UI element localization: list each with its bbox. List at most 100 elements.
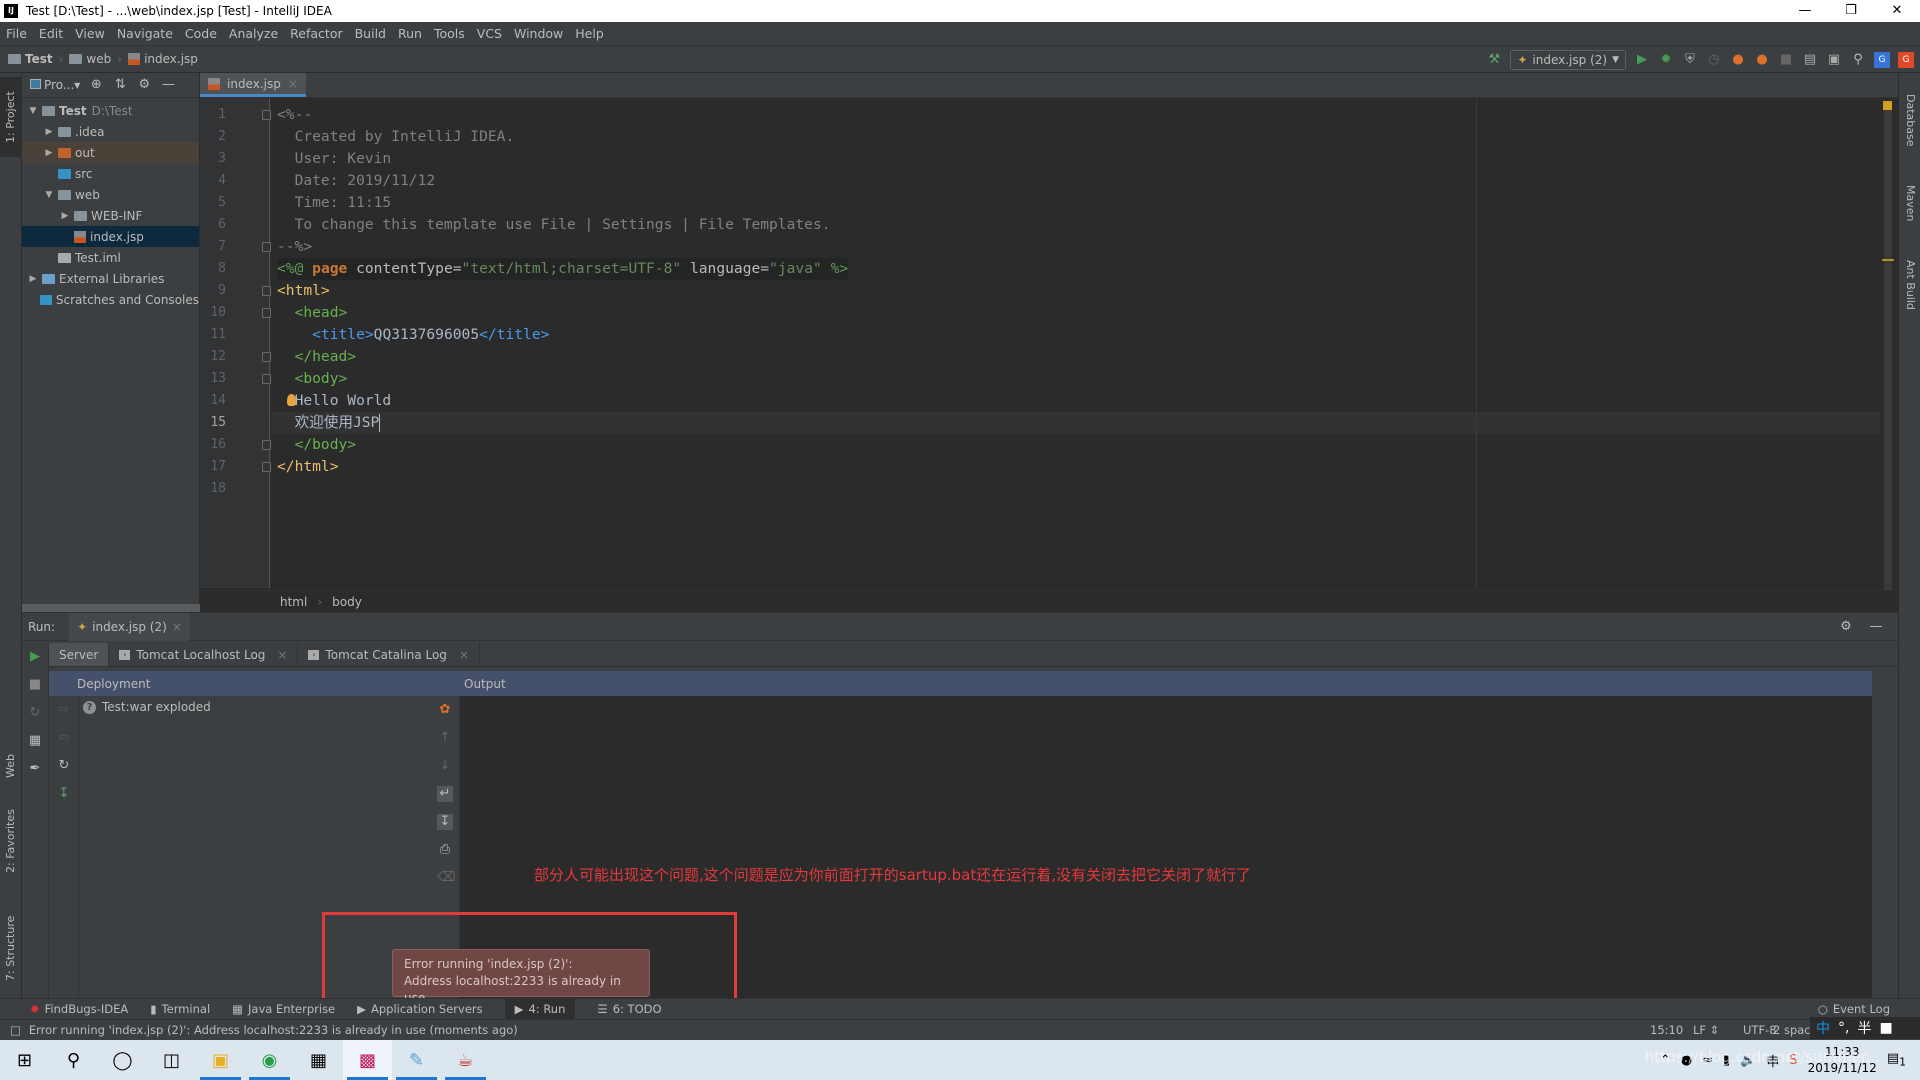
fold-marker-icon[interactable] [262,352,271,362]
menu-help[interactable]: Help [575,26,604,41]
breadcrumb-test[interactable]: Test › [8,52,63,66]
menu-edit[interactable]: Edit [39,26,63,41]
code-line[interactable]: <title>QQ3137696005</title> [277,324,549,346]
project-view-dropdown[interactable]: Pro...▾ [30,78,80,92]
expand-arrow-icon[interactable]: ▼ [26,106,40,116]
expand-arrow-icon[interactable]: ▼ [42,190,56,200]
tool-todo[interactable]: ☰ 6: TODO [597,1002,661,1016]
breadcrumb-index-jsp[interactable]: index.jsp [128,52,198,66]
restart-icon[interactable]: ↻ [27,705,43,721]
coverage-icon[interactable]: ⛨ [1682,52,1698,68]
tab-server[interactable]: Server [49,643,110,666]
code-line[interactable]: Time: 11:15 [277,192,392,214]
arrow-down-icon[interactable]: ↓ [437,758,453,774]
tree-item[interactable]: Test.iml [22,247,199,268]
tool-tab-ant-build[interactable]: Ant Build [1899,245,1920,325]
pin-icon[interactable]: ✒ [27,761,43,777]
tool-application-servers[interactable]: ▶ Application Servers [357,1002,482,1016]
caret-position[interactable]: 15:10 [1650,1023,1683,1037]
task-view-icon[interactable]: ◫ [147,1040,196,1080]
stop-icon[interactable]: ■ [1778,52,1794,68]
tool-findbugs[interactable]: ✹ FindBugs-IDEA [30,1002,128,1016]
ime-punct[interactable]: °, [1838,1020,1849,1036]
code-line[interactable]: <%@ page contentType="text/html;charset=… [277,258,849,280]
expand-arrow-icon[interactable]: ▶ [42,127,56,137]
update-deploy-icon[interactable]: ↧ [56,786,72,802]
code-line[interactable]: <%-- [277,104,312,126]
tree-item[interactable]: ▶ .idea [22,121,199,142]
code-line[interactable]: </body> [277,434,357,456]
fold-marker-icon[interactable] [262,440,271,450]
build-hammer-icon[interactable]: ⚒ [1486,52,1502,68]
vertical-scrollbar[interactable] [1884,105,1892,605]
code-line[interactable]: Date: 2019/11/12 [277,170,436,192]
tool-tab-favorites[interactable]: 2: Favorites [0,801,22,881]
code-line[interactable]: To change this template use File | Setti… [277,214,831,236]
refresh-icon[interactable]: ↻ [56,758,72,774]
menu-navigate[interactable]: Navigate [117,26,173,41]
code-line[interactable]: <body> [277,368,348,390]
chrome-icon[interactable]: ◉ [245,1040,294,1080]
event-log-button[interactable]: ○ Event Log [1818,1002,1890,1016]
translate-icon[interactable]: G [1874,52,1890,68]
tree-item[interactable]: Scratches and Consoles [22,289,199,310]
tab-index-jsp[interactable]: index.jsp × [200,73,306,97]
search-icon[interactable]: ⚲ [49,1040,98,1080]
close-button[interactable]: ✕ [1874,0,1920,22]
tool-tab-maven[interactable]: Maven [1899,173,1920,233]
findbugs-icon[interactable]: ✿ [437,702,453,718]
menu-refactor[interactable]: Refactor [290,26,342,41]
code-line[interactable]: <html> [277,280,330,302]
status-toggle-icon[interactable]: □ [10,1023,21,1037]
gear-icon[interactable]: ⚙ [136,77,152,93]
debug-icon[interactable]: ✹ [1658,52,1674,68]
fold-marker-icon[interactable] [262,462,271,472]
tool-java-enterprise[interactable]: ▦ Java Enterprise [232,1002,335,1016]
arrow-up-icon[interactable]: ↑ [437,730,453,746]
menu-build[interactable]: Build [355,26,386,41]
locate-icon[interactable]: ⊕ [88,77,104,93]
ime-toolbar[interactable]: 中 °, 半 ■ [1810,1017,1920,1039]
fold-marker-icon[interactable] [262,374,271,384]
calculator-icon[interactable]: ▦ [294,1040,343,1080]
menu-vcs[interactable]: VCS [477,26,502,41]
stop-icon[interactable]: ■ [27,677,43,693]
notepad-icon[interactable]: ✎ [392,1040,441,1080]
status-message[interactable]: Error running 'index.jsp (2)': Address l… [29,1023,518,1037]
gear-icon[interactable]: ⚙ [1838,619,1854,635]
close-icon[interactable]: × [459,648,469,662]
code-line[interactable]: --%> [277,236,312,258]
hide-icon[interactable]: — [160,77,176,93]
indent-setting[interactable]: 2 spac [1773,1023,1811,1037]
file-explorer-icon[interactable]: ▣ [196,1040,245,1080]
code-line[interactable]: </head> [277,346,357,368]
file-encoding[interactable]: UTF-8 [1743,1023,1777,1037]
java-icon[interactable]: ☕ [441,1040,490,1080]
fold-marker-icon[interactable] [262,242,271,252]
code-line[interactable]: Created by IntelliJ IDEA. [277,126,515,148]
deployment-item[interactable]: ? Test:war exploded [83,700,211,714]
menu-window[interactable]: Window [514,26,563,41]
soft-wrap-icon[interactable]: ↵ [437,786,453,802]
fold-marker-icon[interactable] [262,308,271,318]
scroll-to-end-icon[interactable]: ↧ [437,814,453,830]
close-tab-icon[interactable]: × [288,77,298,91]
terminal-window-icon[interactable]: ▣ [1826,52,1842,68]
tree-item[interactable]: ▼ Test D:\Test [22,100,199,121]
notification-center-icon[interactable]: ▤1 [1887,1051,1906,1069]
hide-icon[interactable]: — [1868,619,1884,635]
menu-run[interactable]: Run [398,26,422,41]
tool-run[interactable]: ▶ 4: Run [504,998,576,1020]
ime-mode[interactable]: 中 [1816,1018,1830,1038]
tool-tab-project[interactable]: 1: Project [0,77,22,157]
tool-tab-web[interactable]: Web [0,741,22,791]
start-button[interactable]: ⊞ [0,1040,49,1080]
run-config-dropdown[interactable]: ✦ index.jsp (2) ▼ [1510,50,1626,70]
tool-tab-structure[interactable]: 7: Structure [0,903,22,993]
close-icon[interactable]: × [172,620,182,634]
tree-item[interactable]: ▶ out [22,142,199,163]
tab-tomcat-catalina-log[interactable]: › Tomcat Catalina Log × [298,643,480,666]
rerun-icon[interactable]: ▶ [27,649,43,665]
tool-tab-database[interactable]: Database [1899,85,1920,155]
warning-stripe-mark[interactable] [1882,259,1894,261]
